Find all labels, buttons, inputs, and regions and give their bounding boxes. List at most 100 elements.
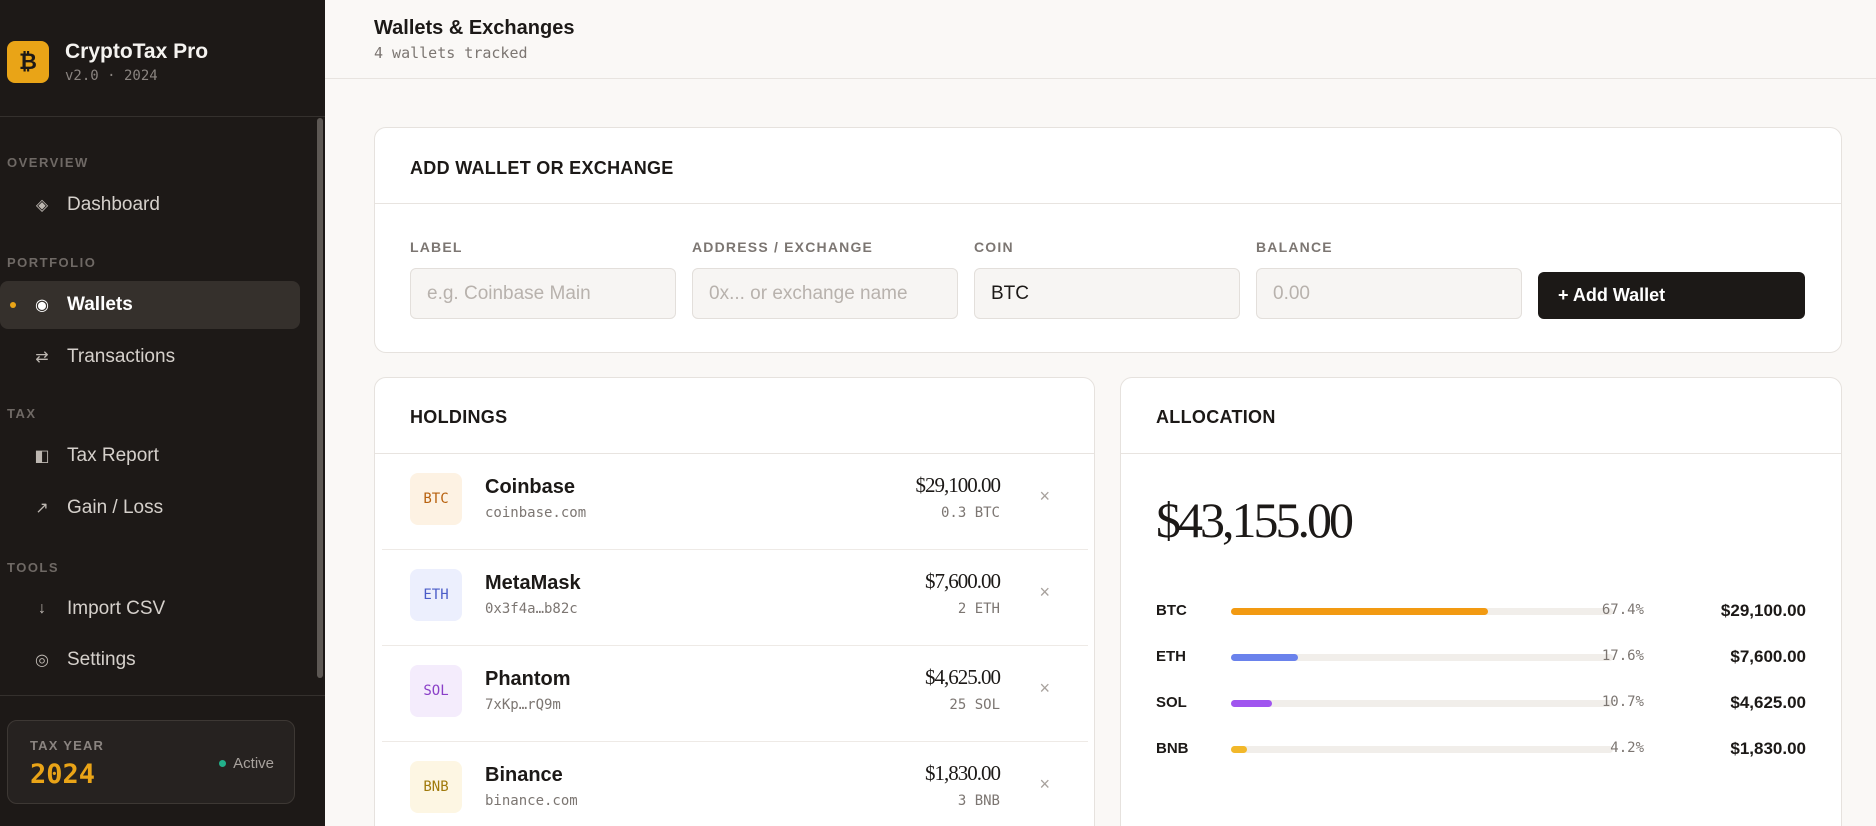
section-tax: TAX: [7, 406, 37, 421]
page-title: Wallets & Exchanges: [374, 17, 575, 39]
allocation-value: $29,100.00: [1720, 601, 1806, 620]
card-title: ALLOCATION: [1156, 407, 1276, 427]
sidebar-item-settings[interactable]: ◎ Settings: [0, 636, 300, 684]
app-name: CryptoTax Pro: [65, 40, 209, 63]
sidebar-item-import-csv[interactable]: ↓ Import CSV: [0, 585, 300, 633]
holding-value: $7,600.00: [925, 569, 1001, 593]
half-square-icon: ◧: [34, 448, 50, 465]
section-overview: OVERVIEW: [7, 155, 89, 170]
holding-name: Phantom: [485, 668, 571, 690]
status-dot-icon: [219, 760, 227, 767]
bnb-coin-badge: BNB: [410, 761, 462, 813]
allocation-bar-fill: [1231, 746, 1248, 753]
holding-address: binance.com: [485, 793, 578, 809]
holding-value: $1,830.00: [925, 761, 1001, 785]
app-version: v2.0 · 2024: [65, 68, 158, 84]
sidebar-item-dashboard[interactable]: ◈ Dashboard: [0, 181, 300, 229]
brand-text: CryptoTax Pro v2.0 · 2024: [65, 40, 208, 84]
sidebar: ₿ CryptoTax Pro v2.0 · 2024 OVERVIEW ◈ D…: [0, 0, 325, 826]
address-field-label: ADDRESS / EXCHANGE: [692, 239, 874, 255]
holding-row-phantom[interactable]: SOL Phantom 7xKp…rQ9m $4,625.00 25 SOL ×: [374, 646, 1088, 741]
sidebar-item-label: Tax Report: [67, 445, 159, 466]
holding-row-coinbase[interactable]: BTC Coinbase coinbase.com $29,100.00 0.3…: [374, 454, 1088, 549]
eth-coin-badge: ETH: [410, 569, 462, 621]
allocation-bar-track: [1231, 654, 1613, 661]
allocation-percent: 67.4%: [1601, 602, 1644, 618]
tax-year-status: Active: [219, 755, 274, 772]
allocation-bar-track: [1231, 746, 1613, 753]
allocation-value: $1,830.00: [1730, 739, 1806, 758]
remove-icon[interactable]: ×: [1039, 774, 1050, 795]
balance-input[interactable]: [1256, 268, 1522, 319]
holding-address: coinbase.com: [485, 505, 587, 521]
card-divider: [375, 203, 1841, 204]
btc-coin-badge: BTC: [410, 473, 462, 525]
sidebar-item-transactions[interactable]: ⇄ Transactions: [0, 333, 300, 381]
allocation-coin: BNB: [1156, 740, 1189, 757]
holding-value: $29,100.00: [915, 473, 1001, 497]
trend-arrow-icon: ↗: [35, 500, 49, 517]
holding-amount: 25 SOL: [949, 697, 1000, 713]
active-indicator: [10, 302, 16, 308]
target-icon: ◉: [35, 297, 49, 314]
tax-year-value: 2024: [30, 759, 96, 790]
allocation-value: $7,600.00: [1730, 647, 1806, 666]
page-subtitle: 4 wallets tracked: [374, 44, 528, 62]
add-wallet-button[interactable]: + Add Wallet: [1538, 272, 1805, 319]
allocation-row-btc: BTC 67.4% $29,100.00: [1156, 599, 1806, 623]
label-field-label: LABEL: [410, 239, 463, 255]
sidebar-item-label: Wallets: [67, 294, 133, 315]
add-wallet-card: ADD WALLET OR EXCHANGE: [374, 127, 1842, 353]
holding-row-binance[interactable]: BNB Binance binance.com $1,830.00 3 BNB …: [374, 742, 1088, 826]
sidebar-item-gain-loss[interactable]: ↗ Gain / Loss: [0, 484, 300, 532]
allocation-bar-fill: [1231, 654, 1299, 661]
page-header: Wallets & Exchanges 4 wallets tracked: [325, 0, 1876, 79]
brand: ₿ CryptoTax Pro v2.0 · 2024: [7, 40, 208, 84]
sidebar-item-label: Settings: [67, 649, 136, 670]
allocation-percent: 10.7%: [1601, 694, 1644, 710]
holding-address: 7xKp…rQ9m: [485, 697, 561, 713]
allocation-total: $43,155.00: [1156, 492, 1354, 548]
holding-name: MetaMask: [485, 572, 581, 594]
allocation-percent: 4.2%: [1610, 740, 1644, 756]
holding-name: Binance: [485, 764, 563, 786]
allocation-value: $4,625.00: [1730, 693, 1806, 712]
wallet-label-input[interactable]: [410, 268, 676, 319]
holding-amount: 2 ETH: [957, 601, 1000, 617]
sidebar-item-label: Gain / Loss: [67, 497, 164, 518]
tax-year-label: TAX YEAR: [30, 738, 105, 753]
card-title: ADD WALLET OR EXCHANGE: [410, 158, 674, 178]
gear-icon: ◎: [35, 652, 49, 669]
sidebar-item-label: Dashboard: [67, 194, 160, 215]
sidebar-item-wallets[interactable]: ◉ Wallets: [0, 281, 300, 329]
tax-year-widget[interactable]: TAX YEAR 2024 Active: [7, 720, 295, 804]
holding-amount: 0.3 BTC: [940, 505, 1000, 521]
holding-value: $4,625.00: [925, 665, 1001, 689]
sidebar-item-label: Transactions: [67, 346, 176, 367]
card-divider: [1121, 453, 1841, 454]
allocation-percent: 17.6%: [1601, 648, 1644, 664]
sol-coin-badge: SOL: [410, 665, 462, 717]
allocation-coin: SOL: [1156, 694, 1187, 711]
coin-input[interactable]: [974, 268, 1240, 319]
card-title: HOLDINGS: [410, 407, 508, 427]
sidebar-divider: [0, 695, 325, 696]
remove-icon[interactable]: ×: [1039, 582, 1050, 603]
balance-field-label: BALANCE: [1256, 239, 1333, 255]
allocation-row-eth: ETH 17.6% $7,600.00: [1156, 645, 1806, 669]
holding-name: Coinbase: [485, 476, 576, 498]
sidebar-divider: [0, 116, 325, 117]
bitcoin-logo-icon: ₿: [7, 41, 49, 83]
diamond-icon: ◈: [35, 197, 49, 214]
remove-icon[interactable]: ×: [1039, 486, 1050, 507]
holding-row-metamask[interactable]: ETH MetaMask 0x3f4a…b82c $7,600.00 2 ETH…: [374, 550, 1088, 645]
allocation-bar-track: [1231, 700, 1613, 707]
sidebar-scrollbar[interactable]: [317, 118, 323, 678]
section-portfolio: PORTFOLIO: [7, 255, 97, 270]
remove-icon[interactable]: ×: [1039, 678, 1050, 699]
sidebar-item-label: Import CSV: [67, 598, 166, 619]
sidebar-item-tax-report[interactable]: ◧ Tax Report: [0, 432, 300, 480]
address-input[interactable]: [692, 268, 958, 319]
swap-arrows-icon: ⇄: [35, 349, 49, 366]
holding-address: 0x3f4a…b82c: [485, 601, 578, 617]
